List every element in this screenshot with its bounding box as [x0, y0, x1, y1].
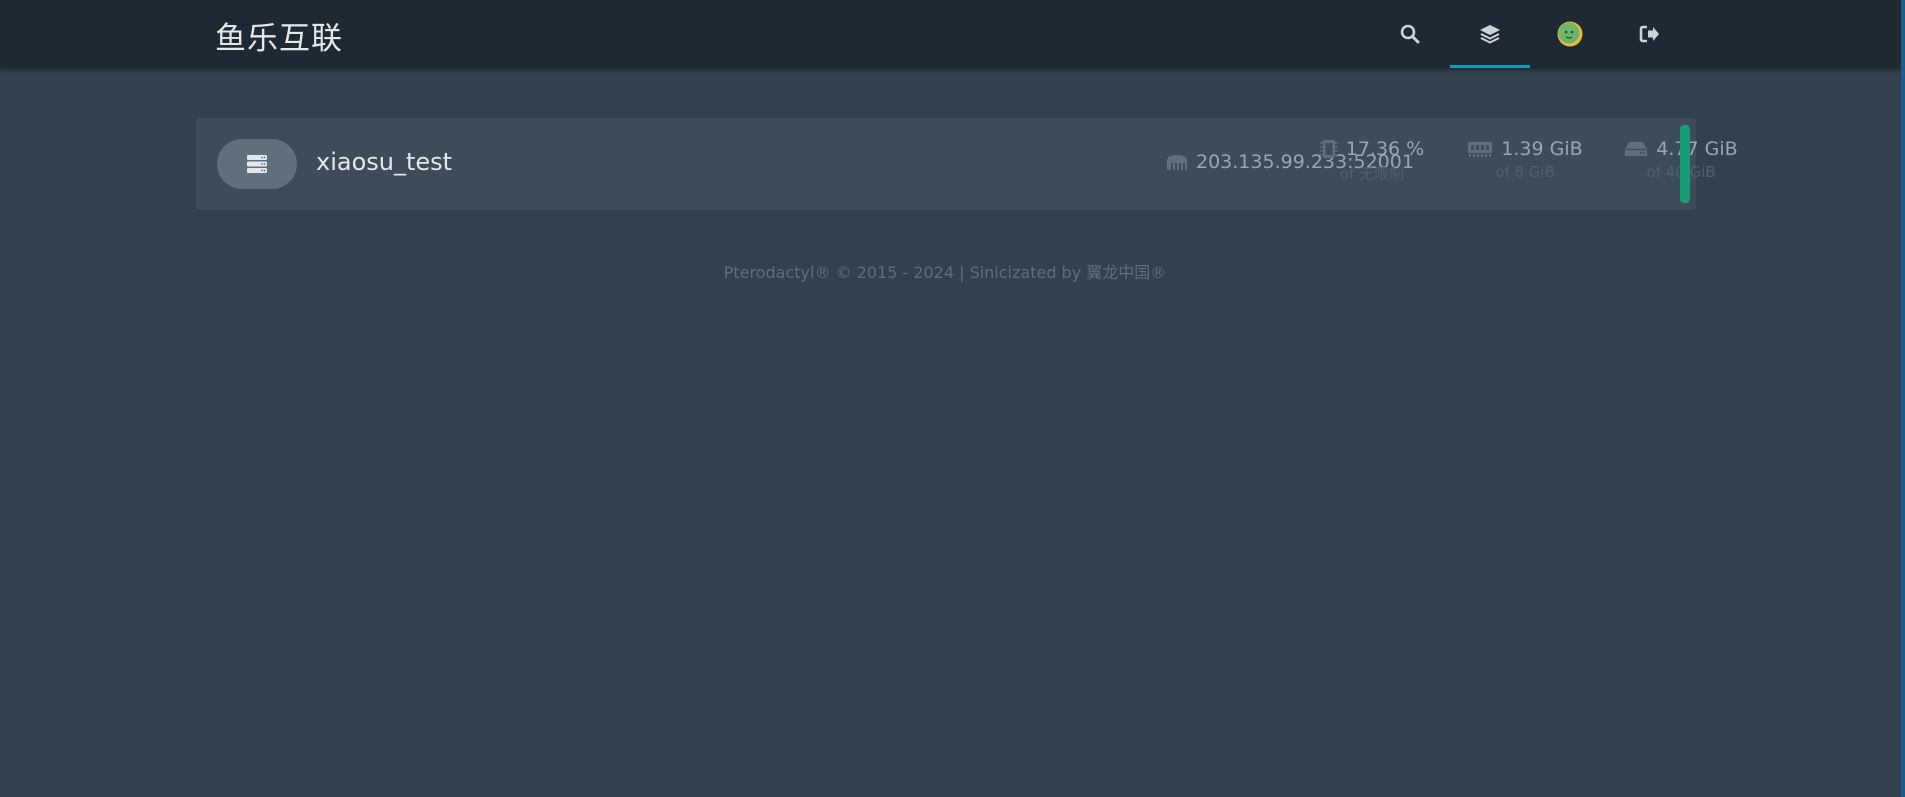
disk-value: 4.77 GiB: [1656, 138, 1738, 160]
nav-search-button[interactable]: [1370, 0, 1450, 68]
hdd-icon: [1625, 142, 1648, 156]
footer-copyright: Pterodactyl® © 2015 - 2024: [723, 263, 954, 282]
memory-stat: 1.39 GiB of 8 GiB: [1455, 138, 1595, 181]
memory-value: 1.39 GiB: [1501, 138, 1583, 160]
footer: Pterodactyl® © 2015 - 2024 | Sinicizated…: [0, 259, 1890, 283]
cpu-limit: of 无限制: [1339, 165, 1405, 183]
search-icon: [1400, 24, 1420, 44]
top-navigation-bar: 鱼乐互联: [0, 0, 1905, 68]
memory-limit: of 8 GiB: [1495, 163, 1555, 181]
top-nav-menu: [1370, 0, 1690, 68]
server-icon-badge: [217, 139, 297, 189]
sign-out-icon: [1639, 25, 1659, 43]
cpu-value: 17.36 %: [1345, 138, 1425, 160]
memory-icon: [1468, 142, 1493, 157]
server-name: xiaosu_test: [316, 148, 453, 176]
layers-icon: [1480, 25, 1500, 44]
footer-credit-link[interactable]: Sinicizated by 翼龙中国®: [970, 263, 1167, 282]
nav-account-button[interactable]: [1530, 0, 1610, 68]
server-card[interactable]: xiaosu_test 203.135.99.233:52001 17.36 %…: [196, 118, 1738, 210]
footer-separator: |: [954, 263, 970, 282]
server-icon: [247, 155, 267, 173]
brand-logo-text[interactable]: 鱼乐互联: [215, 13, 343, 58]
window-edge: [1901, 0, 1905, 797]
server-status-indicator: [1680, 125, 1690, 203]
cpu-icon: [1319, 140, 1338, 158]
nav-logout-button[interactable]: [1610, 0, 1690, 68]
avatar: [1557, 21, 1583, 47]
cpu-stat: 17.36 % of 无限制: [1302, 138, 1442, 184]
nav-servers-button[interactable]: [1450, 0, 1530, 68]
ethernet-icon: [1167, 155, 1187, 170]
